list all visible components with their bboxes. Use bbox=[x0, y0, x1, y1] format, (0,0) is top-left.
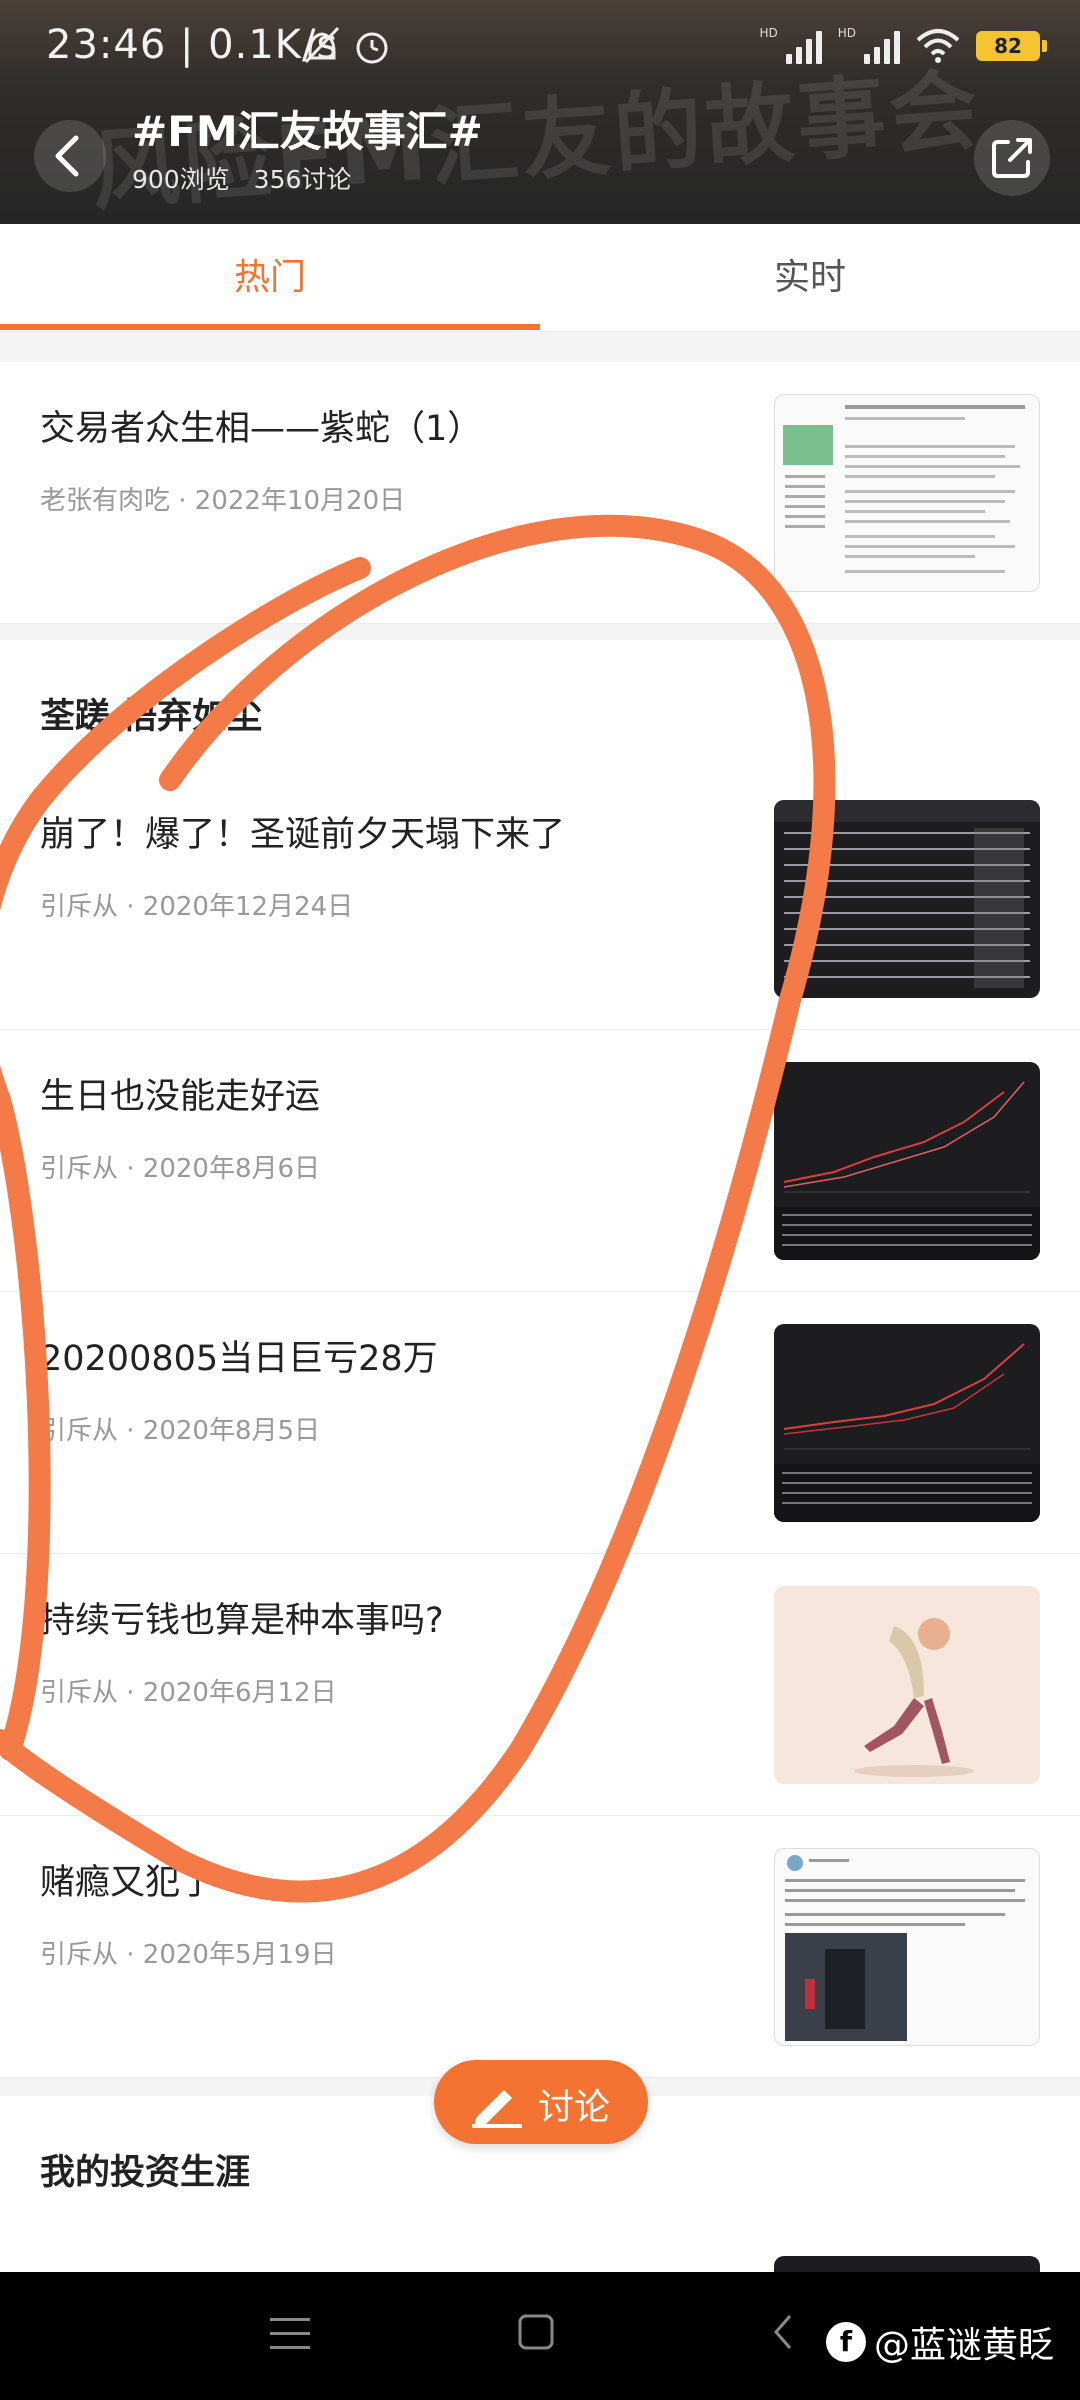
page: 风险FM汇友的故事会 23:46 | 0.1K/s HD HD 82 #FM汇友… bbox=[0, 0, 1080, 2400]
back-nav-icon[interactable] bbox=[768, 2312, 798, 2352]
item-title: 崩了！爆了！圣诞前夕天塌下来了 bbox=[40, 815, 566, 855]
list-item[interactable]: 20200805当日巨亏28万 引斥从 · 2020年8月5日 bbox=[0, 1292, 1080, 1554]
list-item[interactable]: 赌瘾又犯了 引斥从 · 2020年5月19日 bbox=[0, 1816, 1080, 2078]
discussion-count: 356讨论 bbox=[253, 165, 352, 194]
share-icon bbox=[992, 138, 1032, 178]
topic-stats: 900浏览 356讨论 bbox=[132, 160, 367, 196]
share-button[interactable] bbox=[974, 120, 1050, 196]
tab-hot[interactable]: 热门 bbox=[0, 224, 540, 332]
signal-icon bbox=[785, 28, 822, 64]
tab-bar: 热门 实时 bbox=[0, 224, 1080, 332]
battery-indicator: 82 bbox=[976, 31, 1047, 61]
item-thumbnail bbox=[774, 1324, 1040, 1522]
status-bar: 23:46 | 0.1K/s HD HD 82 bbox=[0, 0, 1080, 100]
item-meta: 引斥从 · 2020年12月24日 bbox=[40, 892, 354, 922]
divider bbox=[0, 332, 1080, 362]
topic-title: #FM汇友故事汇# bbox=[132, 107, 483, 156]
active-tab-indicator bbox=[0, 324, 540, 330]
hd-label-2: HD bbox=[837, 26, 856, 40]
watermark-username: @蓝谜黄眨 bbox=[873, 2325, 1054, 2366]
item-thumbnail bbox=[774, 394, 1040, 592]
topic-header: 风险FM汇友的故事会 23:46 | 0.1K/s HD HD 82 #FM汇友… bbox=[0, 0, 1080, 224]
item-meta: 老张有肉吃 · 2022年10月20日 bbox=[40, 486, 406, 516]
item-title: 持续亏钱也算是种本事吗? bbox=[40, 1601, 444, 1641]
item-thumbnail bbox=[774, 1848, 1040, 2046]
item-thumbnail bbox=[774, 1586, 1040, 1784]
item-title: 20200805当日巨亏28万 bbox=[40, 1339, 438, 1379]
list-item[interactable]: 崩了！爆了！圣诞前夕天塌下来了 引斥从 · 2020年12月24日 bbox=[0, 768, 1080, 1030]
section-header[interactable]: 荃蹉 悟弃如尘 bbox=[0, 640, 1080, 774]
item-meta: 引斥从 · 2020年5月19日 bbox=[40, 1940, 337, 1970]
item-meta: 引斥从 · 2020年8月5日 bbox=[40, 1416, 321, 1446]
list-item[interactable]: 生日也没能走好运 引斥从 · 2020年8月6日 bbox=[0, 1030, 1080, 1292]
hd-label: HD bbox=[759, 26, 778, 40]
item-meta: 引斥从 · 2020年8月6日 bbox=[40, 1154, 321, 1184]
list-item[interactable]: 交易者众生相——紫蛇（1） 老张有肉吃 · 2022年10月20日 bbox=[0, 362, 1080, 624]
system-nav-bar: f @蓝谜黄眨 bbox=[0, 2272, 1080, 2400]
status-right: HD HD 82 bbox=[759, 26, 1047, 66]
item-meta: 引斥从 · 2020年6月12日 bbox=[40, 1678, 337, 1708]
discuss-label: 讨论 bbox=[538, 2087, 611, 2128]
status-time: 23:46 | 0.1K/s bbox=[46, 22, 339, 68]
view-count: 900浏览 bbox=[132, 165, 230, 194]
item-title: 赌瘾又犯了 bbox=[40, 1863, 216, 1903]
wifi-icon bbox=[916, 29, 960, 63]
signal-icon-2 bbox=[864, 28, 900, 64]
item-title: 生日也没能走好运 bbox=[40, 1077, 321, 1117]
section-title: 我的投资生涯 bbox=[40, 2153, 251, 2193]
item-title: 交易者众生相——紫蛇（1） bbox=[40, 409, 483, 449]
tab-realtime[interactable]: 实时 bbox=[540, 224, 1080, 332]
section-title: 荃蹉 悟弃如尘 bbox=[40, 697, 263, 737]
chevron-left-icon bbox=[55, 135, 79, 177]
mute-alarm-icon bbox=[304, 26, 388, 64]
home-icon[interactable] bbox=[518, 2314, 554, 2350]
platform-logo: f bbox=[825, 2322, 866, 2362]
menu-icon[interactable] bbox=[270, 2316, 310, 2352]
list-item[interactable]: 持续亏钱也算是种本事吗? 引斥从 · 2020年6月12日 bbox=[0, 1554, 1080, 1816]
item-thumbnail bbox=[774, 800, 1040, 998]
discuss-button[interactable]: 讨论 bbox=[434, 2060, 648, 2144]
user-watermark: f @蓝谜黄眨 bbox=[825, 2316, 1054, 2368]
back-button[interactable] bbox=[34, 120, 106, 192]
item-thumbnail bbox=[774, 1062, 1040, 1260]
edit-icon bbox=[472, 2090, 522, 2128]
